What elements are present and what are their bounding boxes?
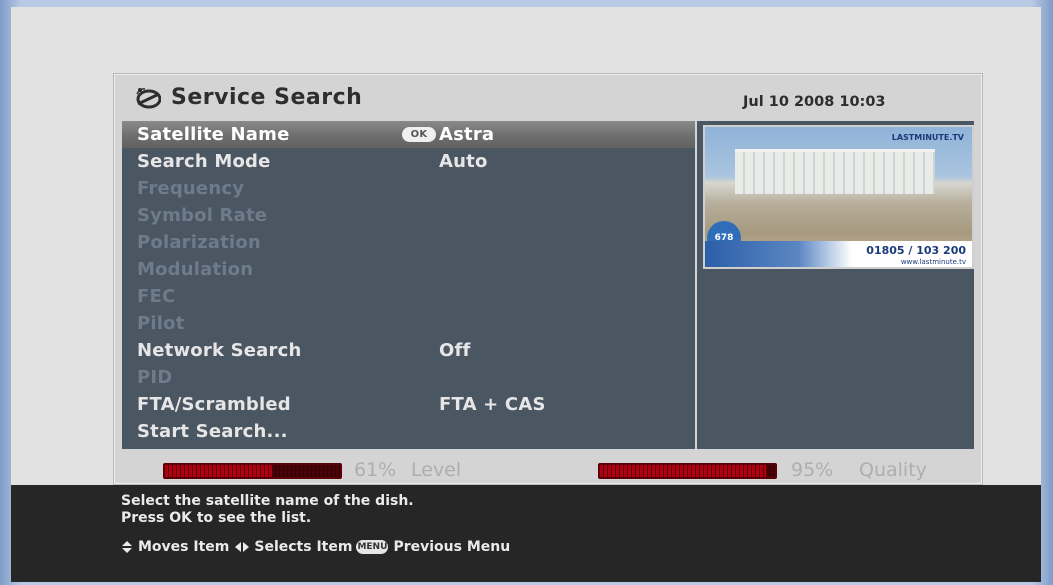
preview-area: LASTMINUTE.TV 678 01805 / 103 200 www.la… — [697, 121, 974, 449]
title-group: Service Search — [135, 85, 362, 110]
menu-row-label: Network Search — [137, 340, 302, 361]
menu-row-start-search[interactable]: Start Search... — [122, 418, 695, 445]
service-search-panel: Service Search Jul 10 2008 10:03 Satelli… — [114, 74, 982, 484]
menu-row-pid: PID — [122, 364, 695, 391]
menu-row-polarization: Polarization — [122, 229, 695, 256]
quality-label: Quality — [859, 459, 927, 481]
menu-row-label: Modulation — [137, 259, 254, 280]
quality-bar-empty — [766, 465, 775, 477]
left-right-arrows-icon — [235, 542, 250, 552]
menu-row-label: Satellite Name — [137, 124, 290, 145]
preview-banner: 01805 / 103 200 www.lastminute.tv — [705, 241, 972, 267]
menu-row-label: Pilot — [137, 313, 185, 334]
menu-row-label: FTA/Scrambled — [137, 394, 291, 415]
menu-row-modulation: Modulation — [122, 256, 695, 283]
menu-row-label: PID — [137, 367, 173, 388]
settings-menu: Satellite Name OK Astra Search Mode Auto Freq… — [122, 121, 695, 449]
menu-row-value: Astra — [439, 124, 495, 145]
preview-building — [735, 149, 935, 194]
level-bar-empty — [271, 465, 340, 477]
help-line-1: Select the satellite name of the dish. — [121, 493, 414, 509]
level-label: Level — [411, 459, 462, 481]
moves-hint: Moves Item — [138, 539, 230, 555]
menu-row-search-mode[interactable]: Search Mode Auto — [122, 148, 695, 175]
menu-row-label: Polarization — [137, 232, 261, 253]
menu-row-symbol-rate: Symbol Rate — [122, 202, 695, 229]
up-down-arrows-icon — [122, 541, 132, 553]
level-bar — [163, 463, 342, 479]
help-bar: Select the satellite name of the dish. P… — [11, 485, 1041, 582]
menu-row-network-search[interactable]: Network Search Off — [122, 337, 695, 364]
preview-brand: LASTMINUTE.TV — [891, 133, 964, 142]
selects-hint: Selects Item — [254, 539, 353, 555]
preview-phone: 01805 / 103 200 — [866, 244, 966, 257]
menu-row-label: Frequency — [137, 178, 245, 199]
quality-percent: 95% — [791, 459, 834, 481]
signal-bars: 61% Level 95% Quality — [115, 455, 981, 481]
panel-header: Service Search Jul 10 2008 10:03 — [115, 75, 981, 119]
quality-bar — [598, 463, 777, 479]
tv-preview: LASTMINUTE.TV 678 01805 / 103 200 www.la… — [703, 125, 974, 269]
menu-row-value: Off — [439, 340, 471, 361]
menu-row-label: Symbol Rate — [137, 205, 268, 226]
help-line-2: Press OK to see the list. — [121, 510, 312, 526]
level-percent: 61% — [354, 459, 397, 481]
previous-menu-hint: Previous Menu — [393, 539, 511, 555]
satellite-icon — [136, 87, 161, 108]
menu-row-label: Search Mode — [137, 151, 271, 172]
menu-row-value: Auto — [439, 151, 488, 172]
date-time: Jul 10 2008 10:03 — [743, 94, 886, 110]
tv-screen: Service Search Jul 10 2008 10:03 Satelli… — [11, 7, 1041, 582]
menu-row-value: FTA + CAS — [439, 394, 546, 415]
preview-url: www.lastminute.tv — [900, 258, 966, 266]
menu-row-satellite-name[interactable]: Satellite Name OK Astra — [122, 121, 695, 148]
key-hints: Moves Item Selects Item MENU Previous Me… — [121, 539, 510, 555]
menu-row-fta-scrambled[interactable]: FTA/Scrambled FTA + CAS — [122, 391, 695, 418]
menu-key-badge: MENU — [356, 540, 389, 554]
menu-row-frequency: Frequency — [122, 175, 695, 202]
menu-row-fec: FEC — [122, 283, 695, 310]
menu-row-label: FEC — [137, 286, 176, 307]
ok-key-badge: OK — [402, 127, 436, 142]
menu-row-label: Start Search... — [137, 421, 288, 442]
menu-row-pilot: Pilot — [122, 310, 695, 337]
page-title: Service Search — [171, 85, 363, 110]
